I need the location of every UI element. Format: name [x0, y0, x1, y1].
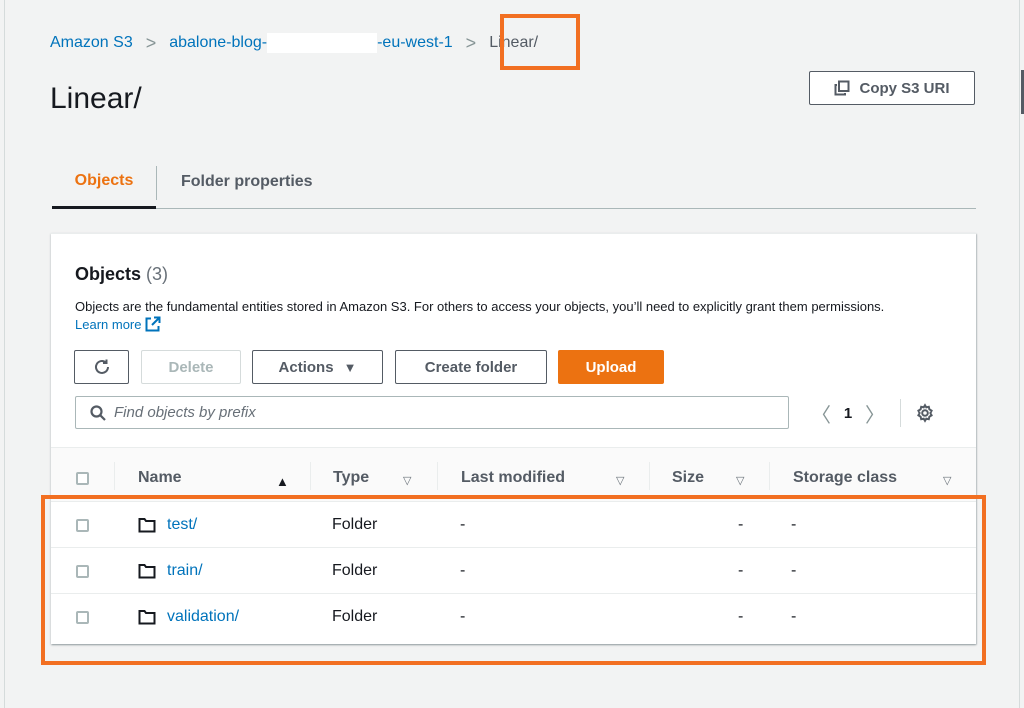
upload-button[interactable]: Upload — [558, 350, 664, 384]
column-separator — [437, 462, 438, 490]
tab-bar: Objects Folder properties — [52, 156, 976, 209]
sort-icon[interactable]: ▽ — [736, 474, 744, 487]
refresh-icon — [93, 358, 111, 376]
objects-count: (3) — [146, 264, 169, 284]
page-title: Linear/ — [50, 82, 142, 115]
column-header-type[interactable]: Type — [333, 448, 369, 502]
objects-panel-header: Objects (3) — [75, 264, 168, 285]
column-separator — [769, 462, 770, 490]
highlight-folder-rows — [41, 495, 986, 665]
column-header-size[interactable]: Size — [672, 448, 704, 502]
copy-icon — [834, 80, 850, 96]
sort-icon[interactable]: ▽ — [943, 474, 951, 487]
gear-icon — [915, 403, 935, 423]
create-folder-button[interactable]: Create folder — [395, 350, 547, 384]
sort-icon[interactable]: ▽ — [403, 474, 411, 487]
search-input[interactable] — [114, 404, 754, 421]
objects-panel-title: Objects — [75, 264, 142, 284]
previous-page-button[interactable]: 〈 — [809, 399, 833, 428]
actions-dropdown[interactable]: Actions ▼ — [252, 350, 383, 384]
select-all-cell — [76, 448, 89, 502]
pagination: 〈 1 〉 — [809, 399, 935, 427]
search-box — [75, 396, 789, 429]
breadcrumb-amazon-s3[interactable]: Amazon S3 — [50, 34, 133, 52]
column-separator — [114, 462, 115, 490]
refresh-button[interactable] — [74, 350, 129, 384]
tab-objects[interactable]: Objects — [52, 156, 156, 209]
breadcrumb-separator: > — [465, 33, 477, 53]
column-separator — [649, 462, 650, 490]
page-number-1[interactable]: 1 — [833, 405, 863, 422]
table-header: Name ▲ Type ▽ Last modified ▽ Size ▽ Sto… — [51, 447, 976, 502]
breadcrumb: Amazon S3 > abalone-blog- -eu-west-1 > Li… — [50, 33, 538, 53]
copy-s3-uri-button[interactable]: Copy S3 URI — [809, 71, 975, 105]
redacted-region — [267, 33, 378, 53]
delete-button[interactable]: Delete — [141, 350, 241, 384]
learn-more-link[interactable]: Learn more — [75, 316, 161, 332]
breadcrumb-separator: > — [145, 33, 157, 53]
breadcrumb-bucket[interactable]: abalone-blog- -eu-west-1 — [169, 33, 453, 53]
tab-folder-properties[interactable]: Folder properties — [157, 156, 313, 208]
highlight-breadcrumb — [500, 14, 580, 70]
bucket-name-suffix: -eu-west-1 — [377, 34, 453, 52]
copy-s3-uri-label: Copy S3 URI — [859, 79, 950, 97]
search-icon — [90, 404, 106, 421]
column-separator — [310, 462, 311, 490]
column-header-last-modified[interactable]: Last modified — [461, 448, 565, 502]
learn-more-label: Learn more — [75, 317, 142, 332]
pager-divider — [900, 399, 901, 427]
actions-label: Actions — [278, 358, 334, 376]
preferences-button[interactable] — [915, 403, 935, 423]
external-link-icon — [145, 316, 161, 337]
column-header-storage-class[interactable]: Storage class — [793, 448, 897, 502]
caret-down-icon: ▼ — [343, 359, 357, 375]
bucket-name-prefix: abalone-blog- — [169, 34, 268, 52]
objects-description: Objects are the fundamental entities sto… — [75, 298, 905, 337]
objects-description-text: Objects are the fundamental entities sto… — [75, 299, 885, 314]
sort-ascending-icon[interactable]: ▲ — [276, 474, 289, 489]
next-page-button[interactable]: 〉 — [863, 399, 887, 428]
sort-icon[interactable]: ▽ — [616, 474, 624, 487]
column-header-name[interactable]: Name — [138, 448, 182, 502]
select-all-checkbox[interactable] — [76, 471, 89, 485]
